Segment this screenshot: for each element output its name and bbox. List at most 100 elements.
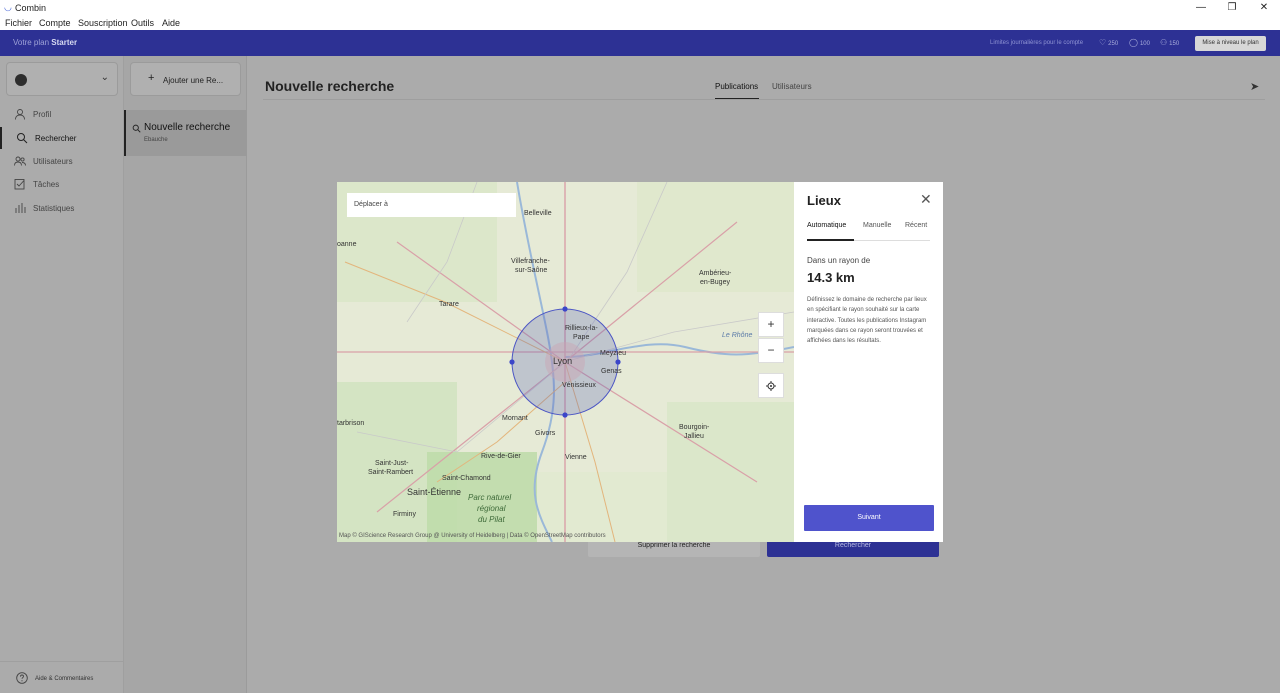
help-feedback-link[interactable]: Aide & Commentaires: [0, 661, 124, 693]
limits-label: Limites journalières pour le compte: [990, 40, 1084, 46]
maximize-button[interactable]: ❐: [1222, 1, 1242, 15]
map-label: du Pilat: [478, 515, 505, 524]
tasks-icon: [14, 179, 25, 190]
users-icon: [14, 156, 26, 166]
sidebar-item-rechercher[interactable]: Rechercher: [0, 127, 124, 149]
map-label: Le Rhône: [722, 332, 753, 339]
map-label: Parc naturel: [468, 493, 512, 502]
active-panel-tab-indicator: [807, 239, 854, 241]
comment-icon: ◯: [1129, 38, 1138, 47]
plan-bar: Votre plan Starter Limites journalières …: [0, 30, 1280, 56]
menu-souscription[interactable]: Souscription: [78, 18, 128, 28]
next-button[interactable]: Suivant: [804, 505, 934, 531]
plan-prefix: Votre plan: [13, 38, 50, 47]
likes-count: 250: [1108, 41, 1119, 47]
map-attribution: Map © GIScience Research Group @ Univers…: [339, 533, 606, 539]
search-item-status: Ebauche: [144, 137, 168, 143]
combin-logo-icon: ◡: [4, 2, 12, 12]
interactive-map[interactable]: Déplacer à Belleville Villefranche- sur-…: [337, 182, 794, 542]
map-label: Vénissieux: [562, 382, 596, 389]
user-icon: [15, 109, 25, 120]
locate-button[interactable]: [758, 373, 784, 398]
location-modal: Déplacer à Belleville Villefranche- sur-…: [337, 182, 943, 542]
sidebar-item-label: Profil: [33, 110, 52, 119]
zoom-in-button[interactable]: +: [758, 312, 784, 337]
map-label: Givors: [535, 430, 556, 437]
close-window-button[interactable]: ✕: [1254, 1, 1274, 15]
add-search-label: Ajouter une Re...: [163, 76, 224, 85]
chevron-down-icon: ⌄: [100, 72, 109, 83]
tab-automatique[interactable]: Automatique: [807, 221, 846, 230]
map-label: Saint-Étienne: [407, 487, 462, 497]
avatar: [15, 74, 27, 86]
search-icon: [17, 133, 28, 144]
search-item-title: Nouvelle recherche: [144, 122, 231, 133]
sidebar-item-statistiques[interactable]: Statistiques: [0, 197, 124, 219]
sidebar-item-utilisateurs[interactable]: Utilisateurs: [0, 150, 124, 172]
account-selector[interactable]: ⌄: [6, 62, 118, 96]
map-label: Belleville: [524, 210, 552, 217]
app-window: ◡ Combin — ❐ ✕ Fichier Compte Souscripti…: [0, 0, 1280, 693]
menu-outils[interactable]: Outils: [131, 18, 154, 28]
sidebar-item-profil[interactable]: Profil: [0, 103, 124, 125]
upgrade-plan-button[interactable]: Mise à niveau le plan: [1195, 36, 1266, 51]
sidebar-item-label: Tâches: [33, 180, 60, 189]
map-label: oanne: [337, 241, 357, 248]
map-label: sur-Saône: [515, 267, 548, 274]
map-label: Pape: [573, 334, 590, 341]
map-label: Genas: [601, 368, 622, 375]
radius-handle-left: [509, 359, 515, 365]
header-divider: [263, 99, 1265, 100]
sidebar-item-label: Statistiques: [33, 204, 75, 213]
map-label: Saint-Chamond: [442, 475, 491, 482]
map-label: tarbrison: [337, 420, 365, 427]
map-label: Saint-Rambert: [368, 469, 414, 476]
follow-icon: ⚇: [1160, 38, 1168, 47]
radius-value: 14.3 km: [807, 270, 855, 285]
map-label: Meyzieu: [600, 350, 627, 357]
window-title: Combin: [15, 3, 47, 13]
likes-limit: ♡ 250: [1099, 38, 1118, 49]
heart-icon: ♡: [1099, 38, 1107, 47]
panel-description: Définissez le domaine de recherche par l…: [807, 297, 927, 345]
tab-manuelle[interactable]: Manuelle: [863, 221, 891, 230]
sidebar-item-taches[interactable]: Tâches: [0, 173, 124, 195]
comments-limit: ◯ 100: [1129, 38, 1150, 49]
menu-compte[interactable]: Compte: [39, 18, 71, 28]
add-search-button[interactable]: + Ajouter une Re...: [130, 62, 241, 96]
map-label: Mornant: [502, 415, 528, 422]
locate-icon: [766, 381, 776, 391]
map-label: Vienne: [565, 454, 587, 461]
map-label: Jallieu: [684, 433, 704, 440]
tab-recent[interactable]: Récent: [905, 221, 927, 230]
title-bar: ◡ Combin — ❐ ✕: [0, 0, 1280, 16]
close-icon[interactable]: ✕: [920, 192, 932, 206]
page-title: Nouvelle recherche: [265, 78, 395, 94]
map-label: Tarare: [439, 301, 459, 308]
plan-info: Votre plan Starter: [13, 38, 77, 48]
tab-utilisateurs[interactable]: Utilisateurs: [772, 82, 812, 91]
follows-limit: ⚇ 150: [1160, 38, 1179, 49]
map-search-input[interactable]: Déplacer à: [347, 193, 516, 217]
location-panel: Lieux ✕ Automatique Manuelle Récent Dans…: [794, 182, 943, 542]
map-label: Ambérieu-: [699, 270, 732, 277]
map-label: Villefranche-: [511, 258, 550, 265]
follows-count: 150: [1169, 41, 1180, 47]
map-label: Lyon: [553, 356, 573, 366]
menu-fichier[interactable]: Fichier: [5, 18, 32, 28]
help-icon: [16, 672, 28, 684]
send-icon[interactable]: ➤: [1250, 80, 1259, 93]
menu-bar: Fichier Compte Souscription Outils Aide: [0, 16, 1280, 30]
panel-title: Lieux: [807, 193, 841, 208]
search-icon: [132, 124, 141, 133]
map-label: en-Bugey: [700, 279, 730, 286]
minimize-button[interactable]: —: [1191, 1, 1211, 15]
map-label: Rillieux-la-: [565, 325, 598, 332]
zoom-out-button[interactable]: −: [758, 338, 784, 363]
plan-name: Starter: [51, 38, 78, 47]
search-list-item[interactable]: Nouvelle recherche Ebauche: [124, 110, 247, 156]
tab-publications[interactable]: Publications: [715, 82, 758, 91]
menu-aide[interactable]: Aide: [162, 18, 180, 28]
map-label: Bourgoin-: [679, 424, 710, 431]
comments-count: 100: [1139, 41, 1150, 47]
